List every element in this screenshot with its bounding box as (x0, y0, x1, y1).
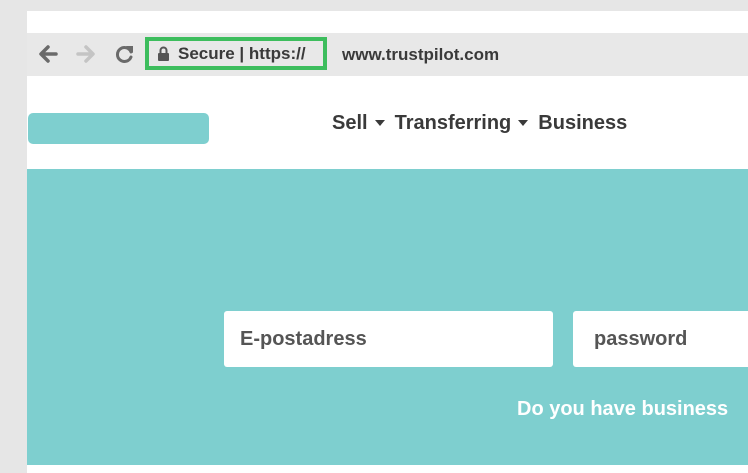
back-arrow-icon (39, 45, 58, 63)
back-button[interactable] (36, 41, 62, 67)
browser-window: Secure | https:// www.trustpilot.com Sel… (27, 11, 748, 473)
secure-label: Secure | https:// (178, 43, 306, 63)
lock-icon (157, 46, 170, 62)
password-placeholder: password (594, 327, 688, 350)
email-field[interactable]: E-postadress (224, 311, 553, 367)
address-bar-url[interactable]: www.trustpilot.com (342, 45, 499, 65)
secure-indicator[interactable]: Secure | https:// (145, 37, 327, 70)
chevron-down-icon (374, 120, 385, 126)
browser-toolbar: Secure | https:// www.trustpilot.com (27, 33, 748, 76)
nav-transferring[interactable]: Transferring (395, 112, 529, 135)
chevron-down-icon (518, 120, 529, 126)
business-prompt-link[interactable]: Do you have business (517, 398, 728, 421)
forward-button[interactable] (72, 41, 98, 67)
reload-icon (115, 46, 133, 63)
hero-banner: E-postadress password Do you have busine… (27, 169, 748, 465)
forward-arrow-icon (76, 45, 95, 63)
reload-button[interactable] (112, 41, 138, 67)
email-placeholder: E-postadress (240, 327, 367, 350)
nav-sell-label: Sell (332, 111, 368, 134)
nav-sell[interactable]: Sell (332, 112, 385, 135)
nav-transferring-label: Transferring (394, 111, 512, 134)
nav-business[interactable]: Business (538, 112, 627, 135)
site-nav: Sell Transferring Business (332, 111, 637, 135)
site-logo[interactable] (28, 113, 209, 144)
password-field[interactable]: password (573, 311, 748, 367)
